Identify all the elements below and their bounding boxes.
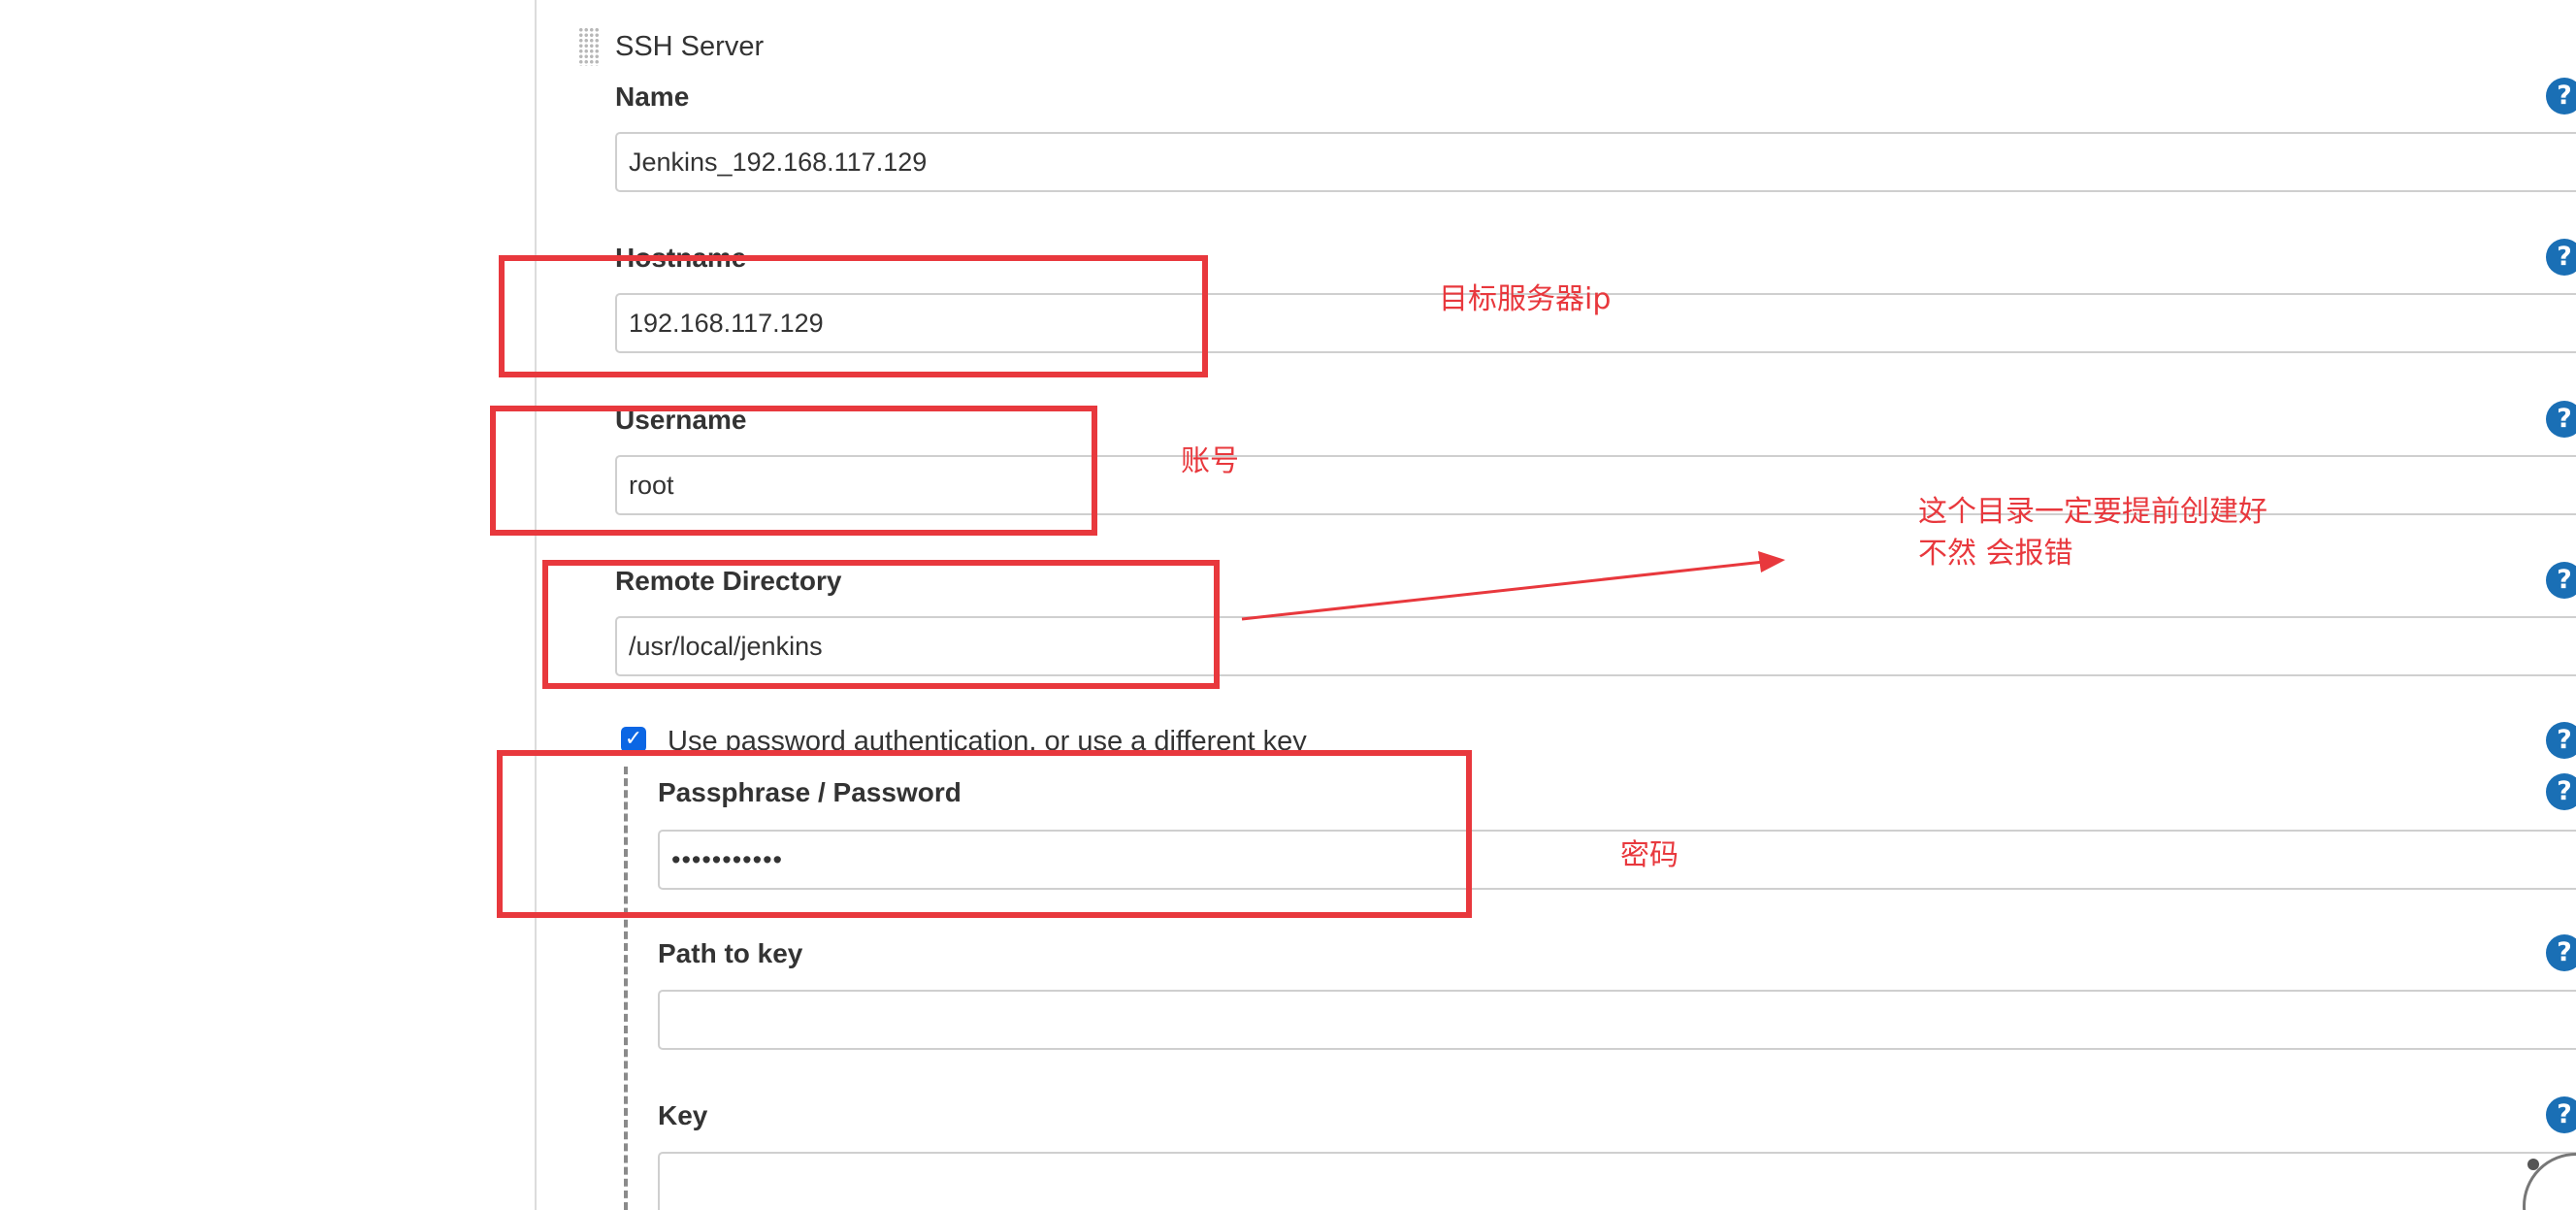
directory-annotation-line1: 这个目录一定要提前创建好: [1918, 495, 2267, 529]
key-help-icon[interactable]: ?: [2546, 1096, 2576, 1133]
username-annotation: 账号: [1181, 444, 1239, 478]
hostname-annotation: 目标服务器ip: [1439, 282, 1612, 316]
path-to-key-label: Path to key: [658, 938, 803, 968]
hostname-help-icon[interactable]: ?: [2546, 239, 2576, 276]
section-title: SSH Server: [615, 31, 765, 62]
section-left-border: [535, 0, 537, 1210]
use-password-auth-help-icon[interactable]: ?: [2546, 722, 2576, 759]
drag-handle-icon[interactable]: [578, 27, 600, 66]
key-textarea[interactable]: [658, 1152, 2576, 1210]
path-to-key-input[interactable]: [658, 990, 2576, 1050]
path-to-key-help-icon[interactable]: ?: [2546, 934, 2576, 971]
remote-directory-highlight-box: [542, 560, 1220, 689]
remote-directory-help-icon[interactable]: ?: [2546, 562, 2576, 599]
hostname-highlight-box: [499, 255, 1208, 377]
jenkins-ssh-server-config: SSH Server Name ? Jenkins_192.168.117.12…: [0, 0, 2576, 1210]
username-help-icon[interactable]: ?: [2546, 401, 2576, 438]
name-label: Name: [615, 82, 690, 112]
resize-handle-dot: [2527, 1159, 2539, 1170]
key-label: Key: [658, 1100, 708, 1130]
directory-annotation-line2: 不然 会报错: [1918, 537, 2073, 571]
checkbox-checked-icon[interactable]: ✓: [621, 727, 646, 752]
password-highlight-box: [497, 750, 1472, 918]
password-annotation: 密码: [1620, 838, 1679, 872]
name-input[interactable]: Jenkins_192.168.117.129: [615, 132, 2576, 192]
name-help-icon[interactable]: ?: [2546, 78, 2576, 114]
username-highlight-box: [490, 406, 1097, 536]
passphrase-help-icon[interactable]: ?: [2546, 773, 2576, 810]
